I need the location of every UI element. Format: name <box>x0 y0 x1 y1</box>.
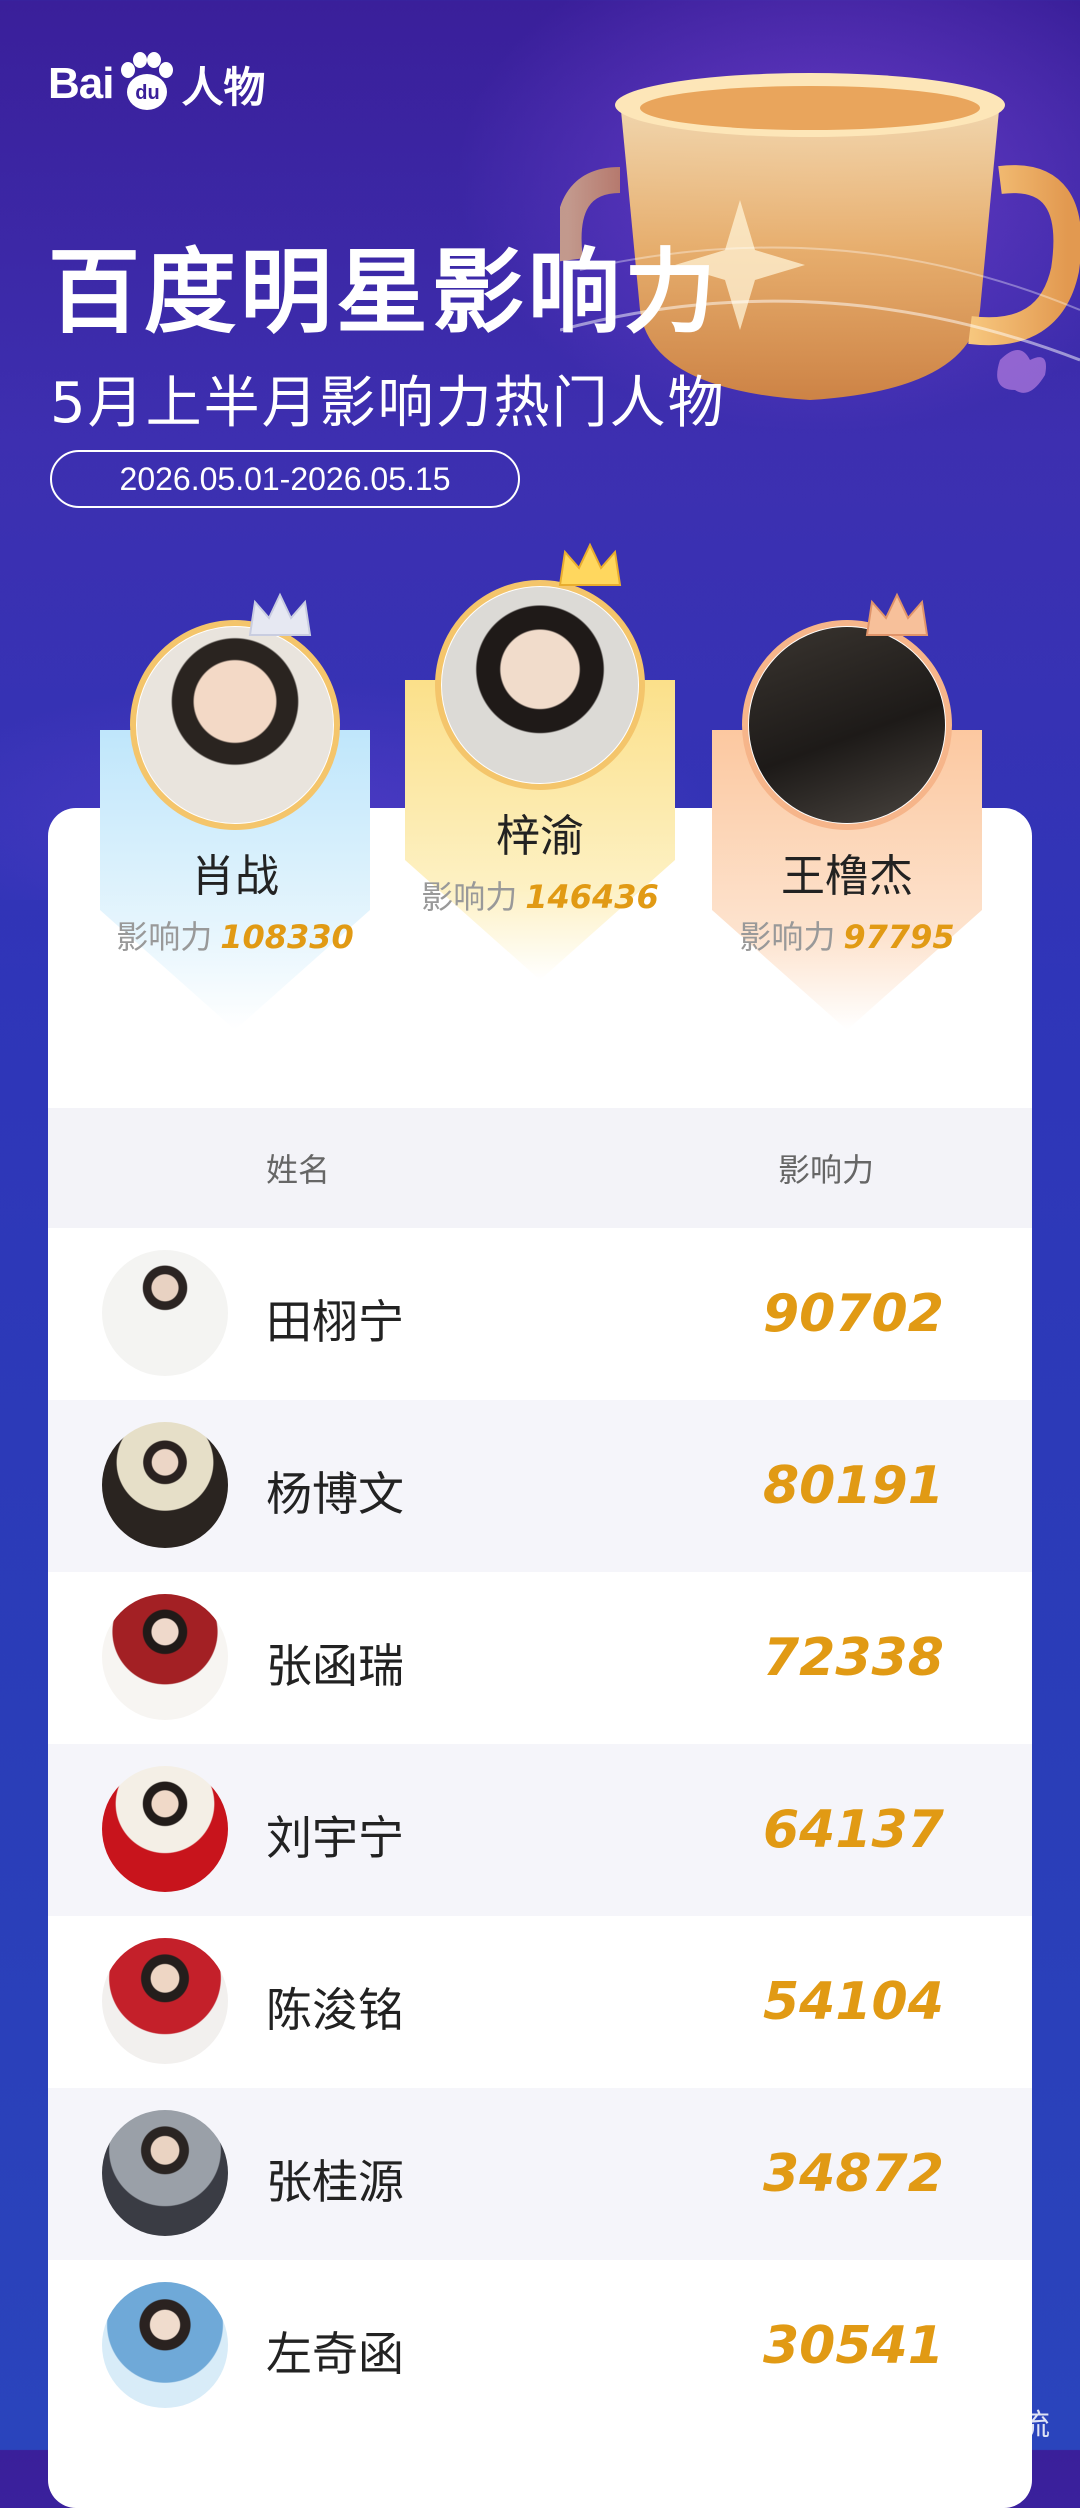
score-value: 108330 <box>220 918 354 956</box>
table-row[interactable]: 杨博文 80191 <box>48 1400 1032 1572</box>
podium-score: 影响力 97795 <box>712 912 982 958</box>
podium-name: 肖战 <box>191 851 279 902</box>
logo-bai-text: Bai <box>48 59 114 108</box>
podium-score: 影响力 108330 <box>100 912 370 958</box>
row-name: 杨博文 <box>266 1467 404 1521</box>
row-name: 张函瑞 <box>266 1639 404 1693</box>
crown-gold-icon <box>558 542 622 586</box>
page-subtitle: 5月上半月影响力热门人物 <box>50 371 726 436</box>
crown-silver-icon <box>248 592 312 636</box>
podium-rank-3[interactable]: 王橹杰 影响力 97795 <box>712 592 982 1070</box>
podium-rank-1[interactable]: 梓渝 影响力 146436 <box>405 542 675 1040</box>
row-name: 田栩宁 <box>266 1295 404 1349</box>
avatar <box>749 627 945 823</box>
score-value: 146436 <box>525 878 659 916</box>
row-name: 陈浚铭 <box>266 1983 404 2037</box>
row-score: 80191 <box>763 1456 944 1516</box>
score-label: 影响力 <box>421 878 518 916</box>
avatar <box>137 627 333 823</box>
podium-score: 影响力 146436 <box>405 872 675 918</box>
avatar <box>442 587 638 783</box>
podium-name: 王橹杰 <box>781 851 913 902</box>
score-value: 97795 <box>843 918 955 956</box>
paw-icon: du <box>115 52 179 116</box>
row-score: 34872 <box>763 2144 944 2204</box>
avatar <box>102 1766 228 1892</box>
column-header-name: 姓名 <box>266 1151 331 1189</box>
avatar-ring <box>435 580 645 790</box>
column-header-score: 影响力 <box>778 1151 875 1189</box>
avatar <box>102 2110 228 2236</box>
avatar <box>102 2282 228 2408</box>
table-row[interactable]: 刘宇宁 64137 <box>48 1744 1032 1916</box>
row-score: 72338 <box>763 1628 944 1688</box>
logo-suffix: 人物 <box>181 62 266 112</box>
table-row[interactable]: 张桂源 34872 <box>48 2088 1032 2260</box>
table-row[interactable]: 陈浚铭 54104 <box>48 1916 1032 2088</box>
date-range-badge: 2026.05.01-2026.05.15 <box>50 450 520 508</box>
score-label: 影响力 <box>116 918 213 956</box>
watermark: 小星潮夫顶流 <box>828 2400 1050 2444</box>
baidu-logo: Bai du 人物 <box>48 52 266 116</box>
row-name: 刘宇宁 <box>266 1811 404 1865</box>
podium-name: 梓渝 <box>496 811 584 862</box>
weibo-icon <box>828 2409 860 2437</box>
avatar-ring <box>130 620 340 830</box>
logo-du-text: du <box>135 82 160 104</box>
score-label: 影响力 <box>739 918 836 956</box>
watermark-text: 小星潮夫顶流 <box>870 2408 1050 2443</box>
crown-bronze-icon <box>865 592 929 636</box>
avatar-ring <box>742 620 952 830</box>
row-name: 左奇函 <box>266 2327 404 2381</box>
podium-rank-2[interactable]: 肖战 影响力 108330 <box>100 592 370 1070</box>
table-row[interactable]: 张函瑞 72338 <box>48 1572 1032 1744</box>
avatar <box>102 1422 228 1548</box>
row-score: 54104 <box>763 1972 944 2032</box>
row-score: 30541 <box>763 2316 944 2376</box>
row-score: 64137 <box>763 1800 944 1860</box>
table-header: 姓名 影响力 <box>48 1108 1032 1228</box>
page-title: 百度明星影响力 <box>48 239 721 346</box>
row-score: 90702 <box>763 1284 944 1344</box>
avatar <box>102 1594 228 1720</box>
avatar <box>102 1938 228 2064</box>
row-name: 张桂源 <box>266 2155 404 2209</box>
avatar <box>102 1250 228 1376</box>
table-row[interactable]: 田栩宁 90702 <box>48 1228 1032 1400</box>
